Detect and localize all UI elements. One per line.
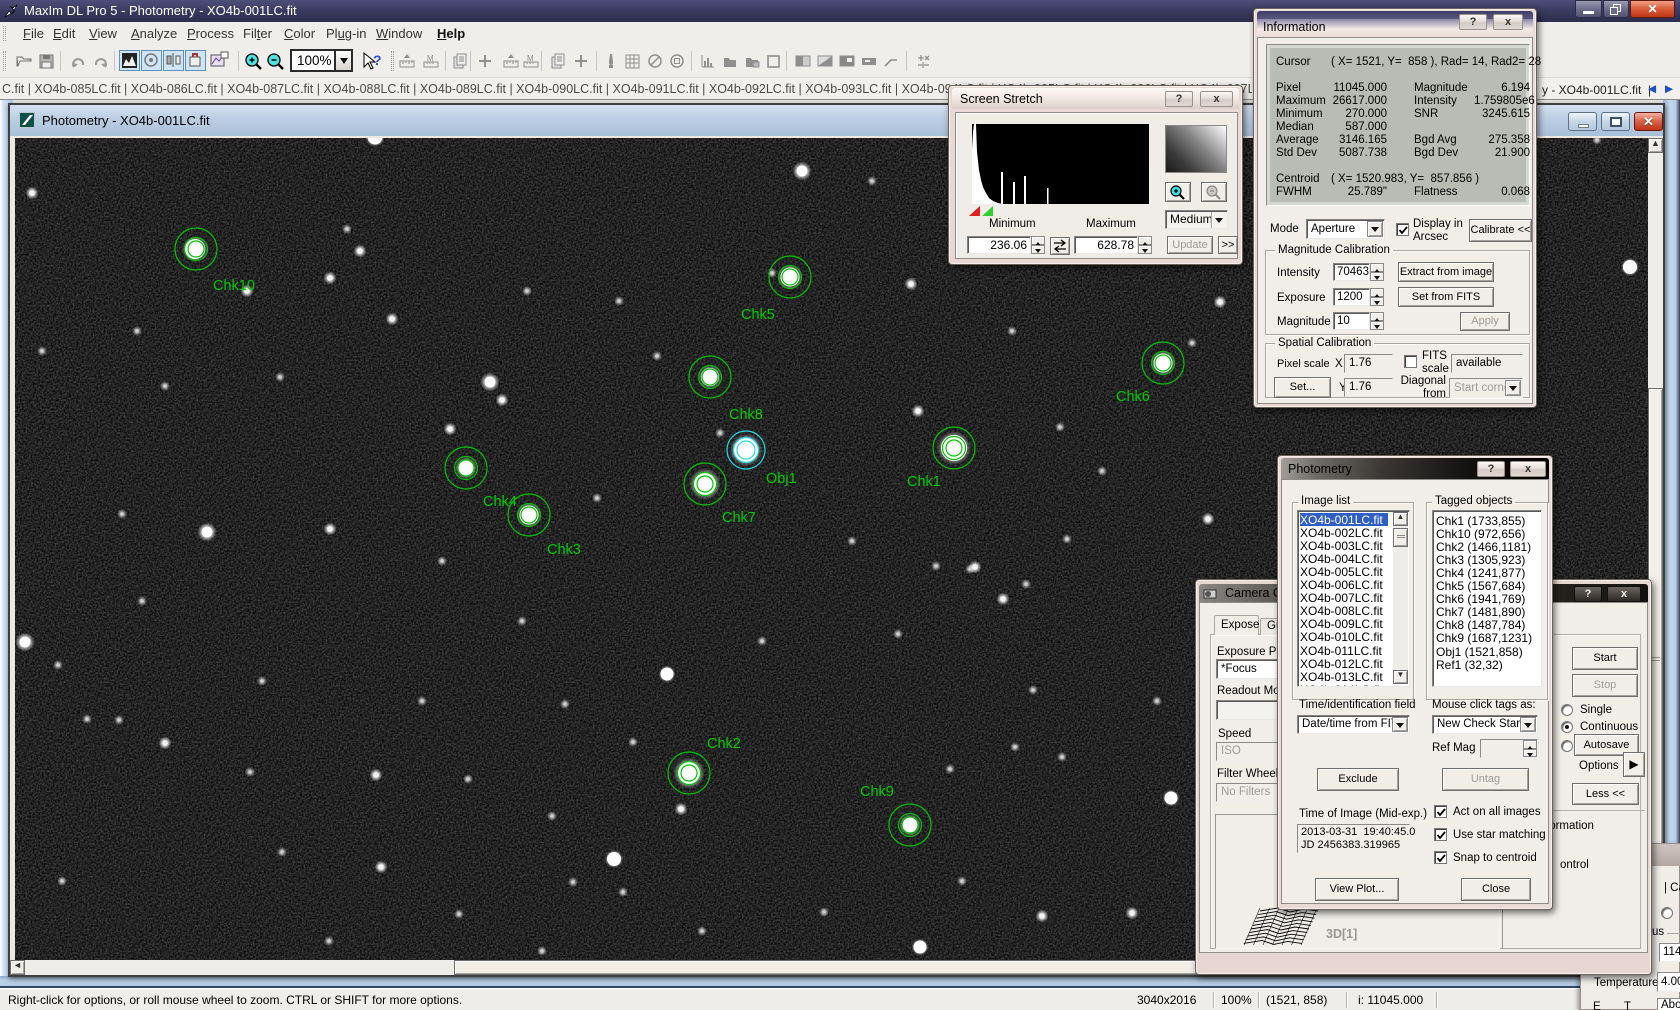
svg-text:Chk5: Chk5 [741, 307, 775, 323]
svg-text:Obj1: Obj1 [766, 471, 797, 487]
svg-text:Chk2: Chk2 [707, 736, 741, 752]
svg-text:?: ? [373, 52, 382, 68]
svg-text:Chk8: Chk8 [729, 407, 763, 423]
svg-text:Chk1: Chk1 [907, 474, 941, 490]
svg-text:Chk6: Chk6 [1116, 389, 1150, 405]
svg-text:M: M [527, 54, 534, 63]
svg-text:M: M [427, 54, 434, 63]
svg-text:Chk3: Chk3 [547, 542, 581, 558]
svg-text:Chk9: Chk9 [860, 784, 894, 800]
svg-text:Chk7: Chk7 [722, 510, 756, 526]
svg-text:Chk10: Chk10 [213, 278, 255, 294]
